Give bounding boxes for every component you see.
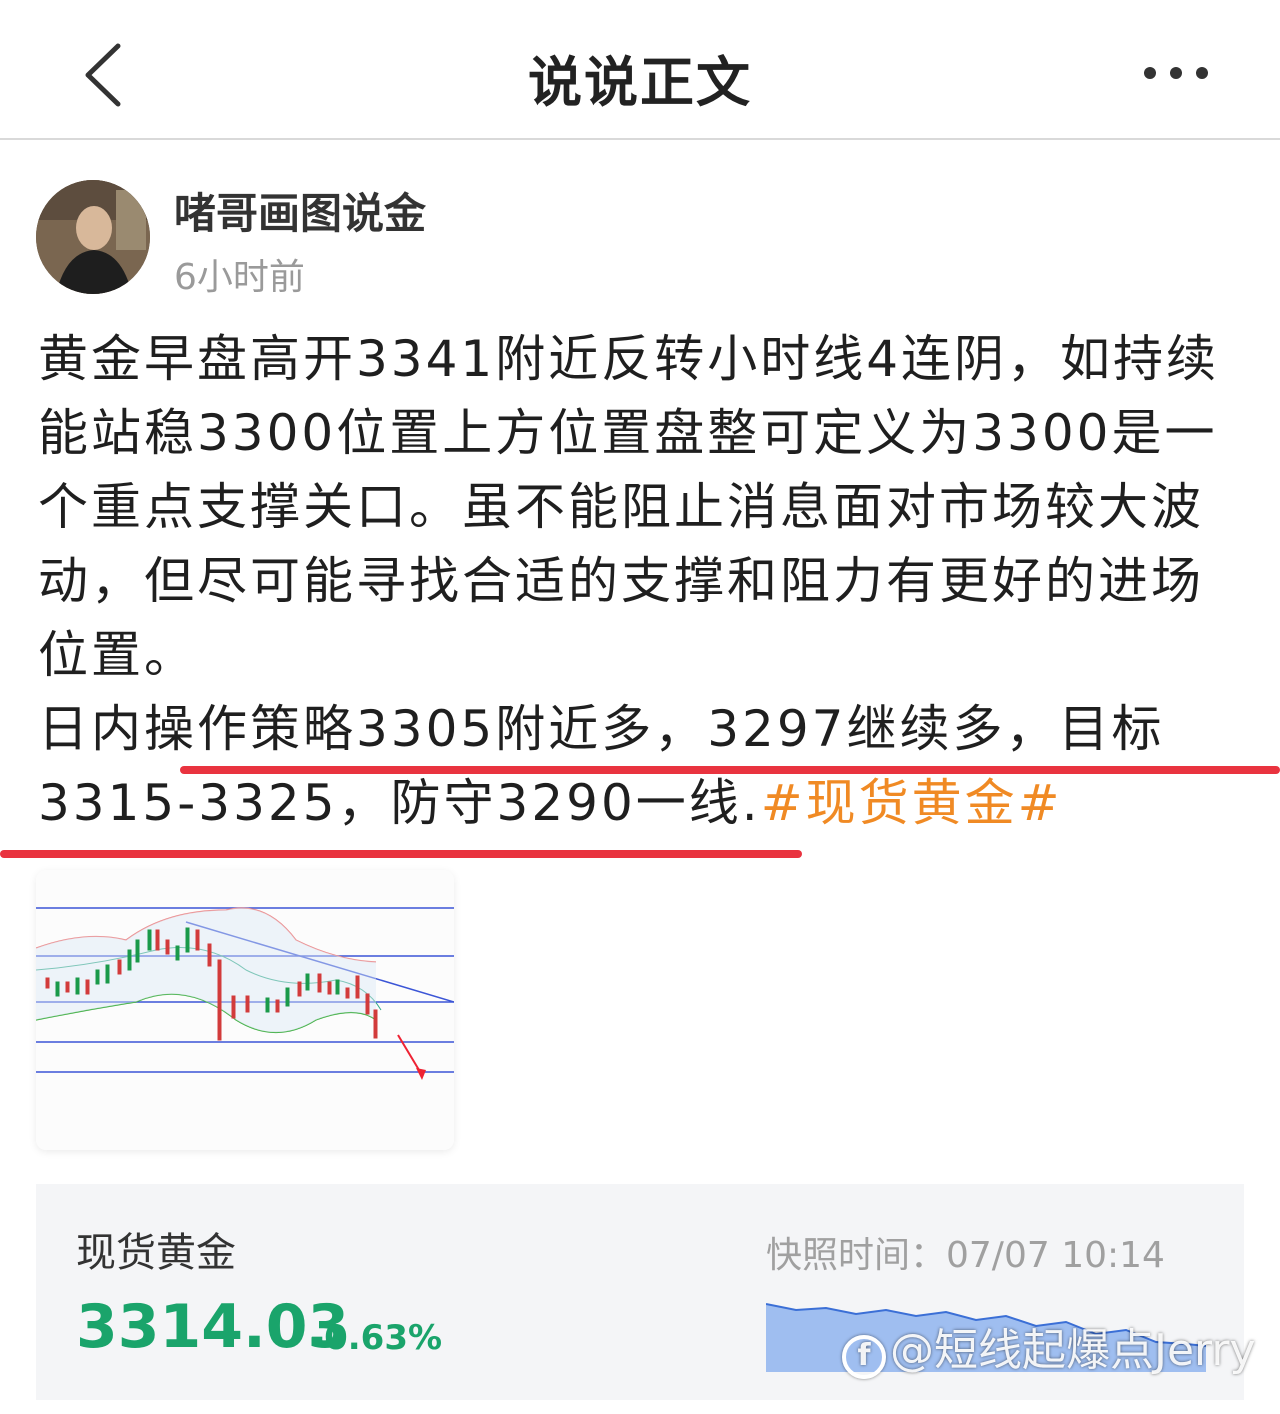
hashtag-link[interactable]: #现货黄金# [761, 774, 1063, 832]
post-body: 黄金早盘高开3341附近反转小时线4连阴，如持续能站稳3300位置上方位置盘整可… [38, 322, 1228, 840]
post-time: 6小时前 [174, 257, 305, 298]
avatar[interactable] [36, 180, 150, 294]
quote-change: -0.63% [310, 1318, 443, 1358]
watermark-text: @短线起爆点Jerry [890, 1325, 1256, 1376]
watermark-logo-icon: f [842, 1335, 886, 1379]
red-underline-2 [0, 850, 802, 858]
watermark: f @短线起爆点Jerry [842, 1314, 1256, 1379]
page-title: 说说正文 [528, 51, 752, 114]
red-underline-1 [180, 766, 1280, 774]
quote-name: 现货黄金 [76, 1230, 236, 1276]
author-name[interactable]: 啫哥画图说金 [174, 180, 426, 241]
snapshot-time: 快照时间：07/07 10:14 [766, 1235, 1165, 1276]
more-dots-icon[interactable] [1140, 50, 1220, 96]
quote-price: 3314.03 [76, 1292, 350, 1362]
chart-image-thumbnail[interactable] [36, 870, 454, 1150]
post-paragraph-1: 黄金早盘高开3341附近反转小时线4连阴，如持续能站稳3300位置上方位置盘整可… [38, 330, 1220, 684]
top-nav-bar: 说说正文 [0, 0, 1280, 140]
